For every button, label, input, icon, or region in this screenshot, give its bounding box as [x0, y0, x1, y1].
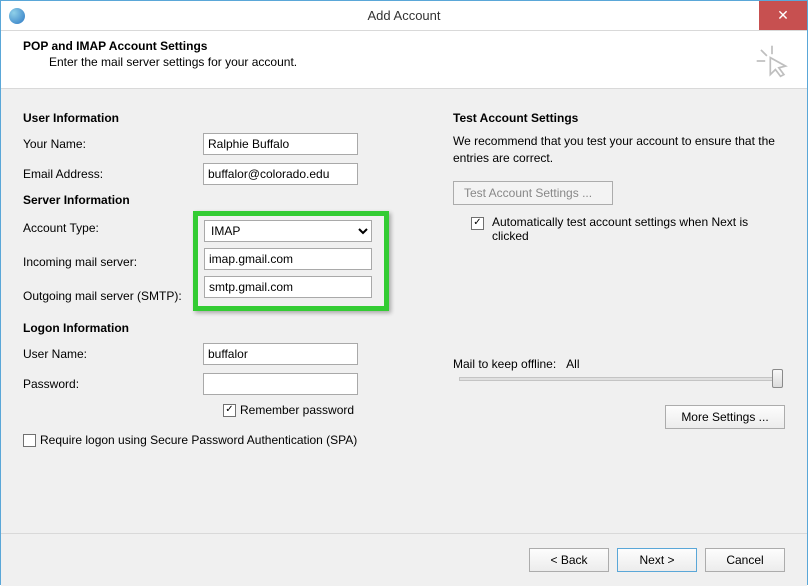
add-account-dialog: Add Account ✕ POP and IMAP Account Setti… [0, 0, 808, 585]
label-auto-test: Automatically test account settings when… [492, 215, 772, 243]
section-logon-info: Logon Information [23, 321, 423, 335]
left-column: User Information Your Name: Email Addres… [23, 107, 423, 533]
label-outgoing: Outgoing mail server (SMTP): [23, 289, 199, 303]
test-description: We recommend that you test your account … [453, 133, 785, 167]
account-type-select[interactable]: IMAP [204, 220, 372, 242]
label-your-name: Your Name: [23, 137, 203, 151]
wizard-subtitle: Enter the mail server settings for your … [49, 55, 785, 69]
test-account-button[interactable]: Test Account Settings ... [453, 181, 613, 205]
section-test-settings: Test Account Settings [453, 111, 785, 125]
right-column: Test Account Settings We recommend that … [423, 107, 785, 533]
more-settings-button[interactable]: More Settings ... [665, 405, 785, 429]
mail-keep-slider[interactable] [459, 377, 779, 381]
section-user-info: User Information [23, 111, 423, 125]
server-highlight-box: IMAP [193, 211, 389, 311]
close-button[interactable]: ✕ [759, 1, 807, 30]
mail-keep-value: All [566, 357, 579, 371]
auto-test-checkbox[interactable] [471, 217, 484, 230]
label-incoming: Incoming mail server: [23, 255, 199, 269]
next-button[interactable]: Next > [617, 548, 697, 572]
wizard-header: POP and IMAP Account Settings Enter the … [1, 31, 807, 89]
back-button[interactable]: < Back [529, 548, 609, 572]
label-spa: Require logon using Secure Password Auth… [40, 433, 357, 447]
user-name-input[interactable] [203, 343, 358, 365]
wizard-title: POP and IMAP Account Settings [23, 39, 785, 53]
app-icon [9, 8, 25, 24]
label-password: Password: [23, 377, 203, 391]
incoming-server-input[interactable] [204, 248, 372, 270]
window-title: Add Account [1, 8, 807, 23]
label-account-type: Account Type: [23, 221, 199, 235]
password-input[interactable] [203, 373, 358, 395]
titlebar: Add Account ✕ [1, 1, 807, 31]
wizard-cursor-icon [755, 41, 789, 81]
label-mail-keep: Mail to keep offline: [453, 357, 556, 371]
email-input[interactable] [203, 163, 358, 185]
cancel-button[interactable]: Cancel [705, 548, 785, 572]
label-user-name: User Name: [23, 347, 203, 361]
label-email: Email Address: [23, 167, 203, 181]
wizard-footer: < Back Next > Cancel [23, 548, 785, 572]
spa-checkbox[interactable] [23, 434, 36, 447]
close-icon: ✕ [777, 7, 789, 24]
label-remember: Remember password [240, 403, 354, 417]
wizard-body: User Information Your Name: Email Addres… [1, 89, 807, 586]
outgoing-server-input[interactable] [204, 276, 372, 298]
footer-separator [1, 533, 807, 534]
remember-password-checkbox[interactable] [223, 404, 236, 417]
your-name-input[interactable] [203, 133, 358, 155]
slider-thumb[interactable] [772, 369, 783, 388]
section-server-info: Server Information [23, 193, 423, 207]
